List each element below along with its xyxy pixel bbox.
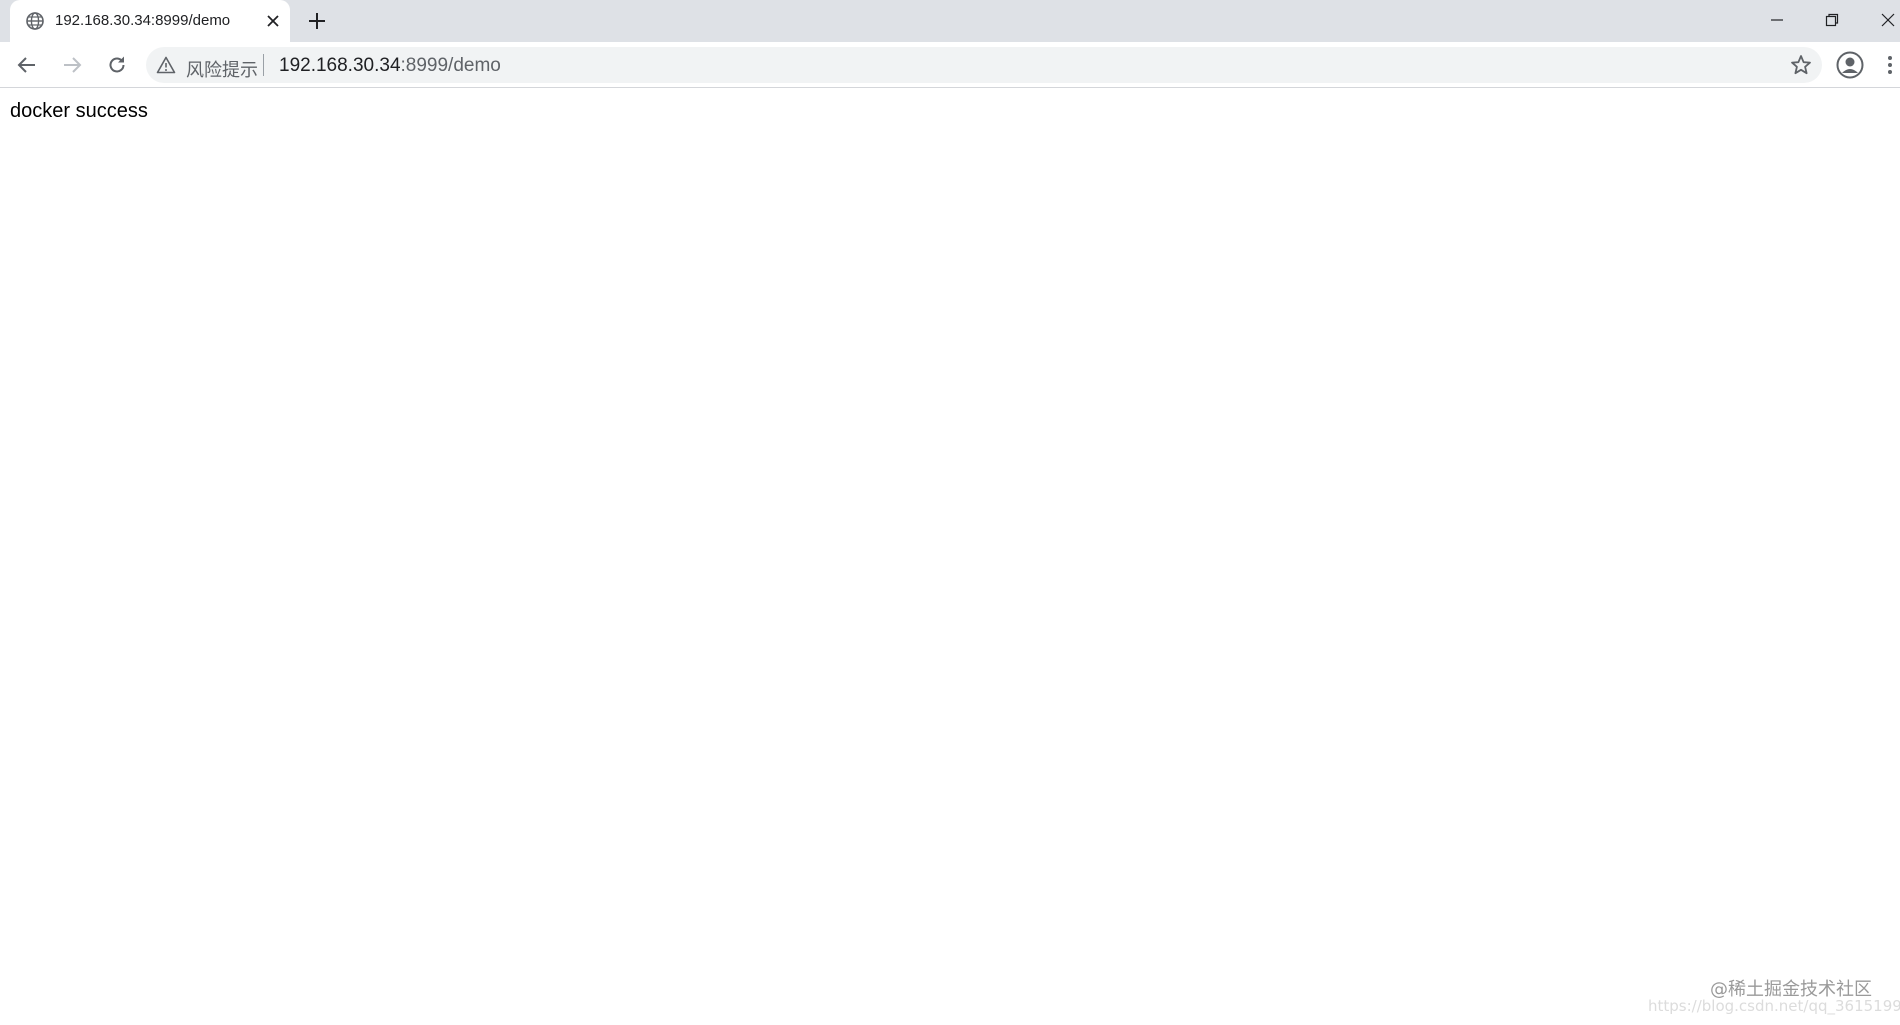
bookmark-star-icon[interactable]: [1789, 53, 1813, 77]
url-host: 192.168.30.34: [279, 55, 401, 76]
restore-icon[interactable]: [1820, 8, 1844, 32]
page-content: docker success @稀土掘金技术社区 https://blog.cs…: [0, 89, 1900, 1025]
globe-icon: [25, 11, 45, 31]
url-text[interactable]: 192.168.30.34:8999/demo: [279, 55, 501, 77]
profile-avatar-icon[interactable]: [1836, 51, 1864, 79]
browser-titlebar: 192.168.30.34:8999/demo: [0, 0, 1900, 42]
address-bar[interactable]: 风险提示 192.168.30.34:8999/demo: [146, 47, 1822, 83]
forward-arrow-icon[interactable]: [60, 53, 84, 77]
page-body-text: docker success: [10, 100, 148, 122]
omnibox-divider: [263, 54, 264, 76]
browser-toolbar: 风险提示 192.168.30.34:8999/demo: [0, 42, 1900, 88]
tab-title: 192.168.30.34:8999/demo: [55, 12, 231, 29]
more-menu-icon[interactable]: [1884, 53, 1896, 77]
new-tab-plus-icon[interactable]: [305, 9, 329, 33]
watermark-url: https://blog.csdn.net/qq_36151998: [1648, 997, 1900, 1015]
reload-icon[interactable]: [105, 53, 129, 77]
close-tab-icon[interactable]: [263, 11, 283, 31]
back-arrow-icon[interactable]: [15, 53, 39, 77]
minimize-icon[interactable]: [1765, 8, 1789, 32]
active-tab[interactable]: 192.168.30.34:8999/demo: [10, 0, 290, 42]
url-path: :8999/demo: [400, 55, 501, 76]
security-warning-label[interactable]: 风险提示: [186, 56, 258, 82]
window-close-icon[interactable]: [1876, 8, 1900, 32]
warning-triangle-icon[interactable]: [156, 55, 176, 75]
